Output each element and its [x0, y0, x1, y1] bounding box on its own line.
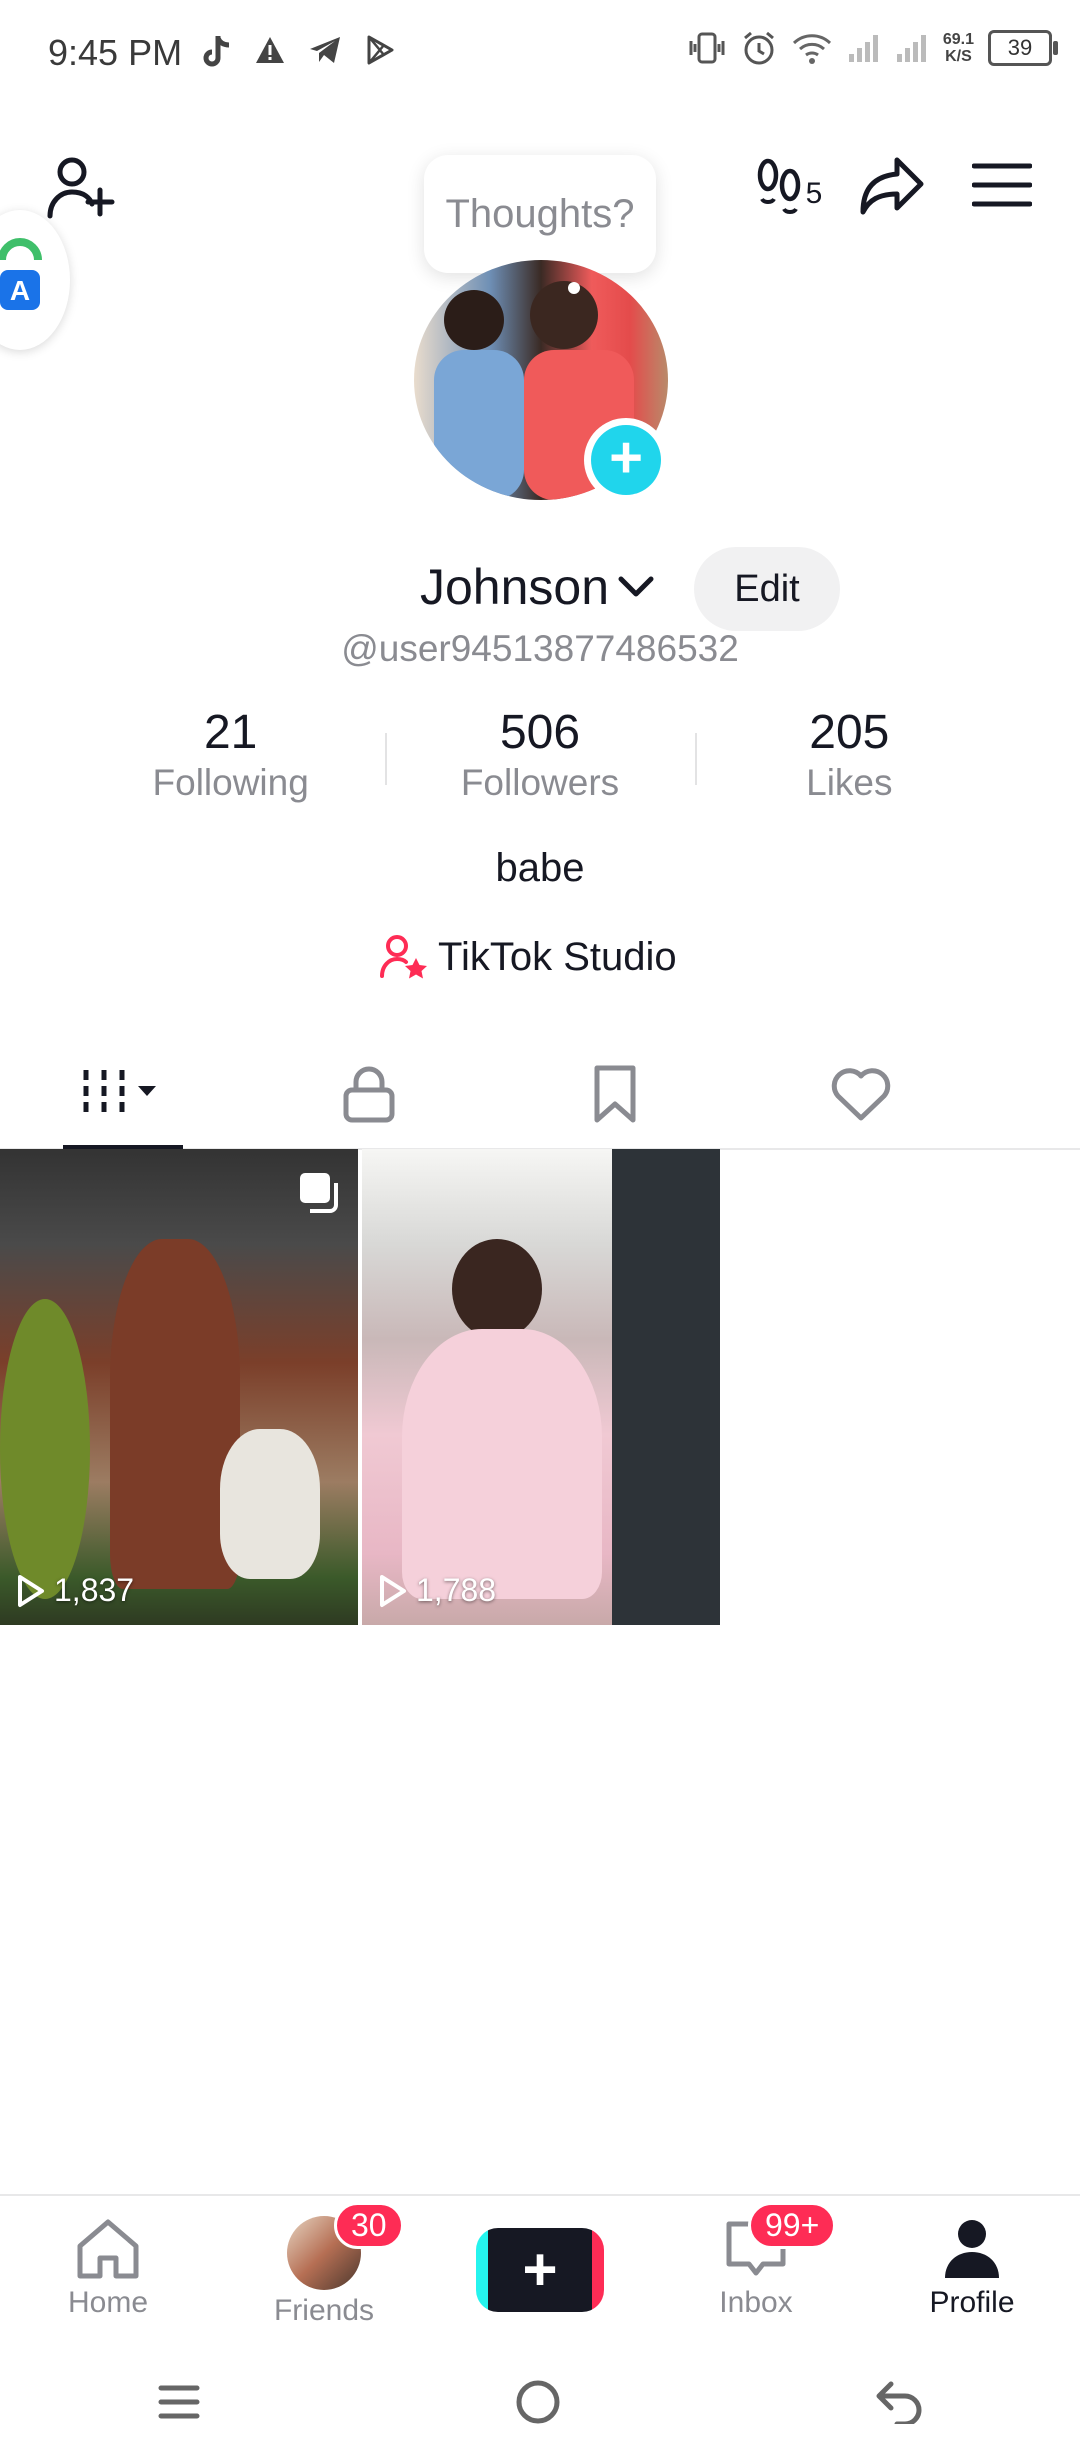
menu-button[interactable]	[962, 150, 1042, 220]
hamburger-menu-icon	[972, 163, 1032, 207]
heart-icon	[831, 1068, 891, 1121]
tiktok-notification-icon	[203, 36, 230, 67]
warning-icon	[256, 37, 284, 63]
stat-likes[interactable]: 205 Likes	[694, 705, 1004, 804]
create-button[interactable]: +	[476, 2228, 604, 2312]
view-count: 1,837	[54, 1572, 135, 1608]
chevron-down-icon	[618, 576, 654, 597]
profile-views-count: 5	[805, 177, 823, 210]
multi-photo-icon	[300, 1173, 338, 1213]
content-tabs	[0, 1040, 1080, 1150]
play-store-icon	[367, 35, 394, 65]
video-views: 1,837	[16, 1572, 134, 1609]
profile-name-switcher[interactable]: Johnson	[420, 558, 655, 616]
profile-stats: 21 Following 506 Followers 205 Likes	[76, 705, 1004, 804]
network-speed-unit: K/S	[945, 48, 972, 65]
network-speed-value: 69.1	[942, 31, 974, 48]
profile-views-button[interactable]: 5	[748, 150, 828, 220]
profile-handle: @user94513877486532	[341, 628, 739, 669]
profile-bio: babe	[495, 846, 585, 890]
tiktok-studio-label: TikTok Studio	[438, 934, 677, 979]
edit-profile-button[interactable]: Edit	[694, 547, 840, 631]
nav-label: Inbox	[719, 2286, 793, 2319]
nav-create[interactable]: +	[432, 2196, 648, 2346]
bottom-navigation: Home Friends 30 + Inbox 99+ Profile	[0, 2194, 1080, 2346]
stat-label: Following	[152, 762, 309, 803]
add-friend-button[interactable]	[40, 148, 120, 228]
nav-friends[interactable]: Friends 30	[216, 2196, 432, 2346]
signal-icon-2	[896, 35, 926, 62]
stat-label: Likes	[806, 762, 893, 803]
nav-label: Friends	[273, 2294, 375, 2327]
video-thumbnail[interactable]: 1,837	[0, 1149, 358, 1625]
stat-value: 506	[499, 706, 581, 759]
system-navigation	[0, 2344, 1080, 2460]
status-time: 9:45 PM	[48, 32, 183, 73]
battery-level: 39	[1007, 35, 1033, 60]
share-button[interactable]	[852, 150, 932, 220]
inbox-badge: 99+	[748, 2202, 837, 2249]
svg-text:A: A	[10, 275, 30, 306]
tab-private[interactable]	[246, 1040, 492, 1148]
stat-following[interactable]: 21 Following	[76, 705, 385, 804]
tiktok-studio-link[interactable]: TikTok Studio	[380, 934, 677, 980]
translate-widget[interactable]: A	[0, 210, 70, 350]
nav-home[interactable]: Home	[0, 2196, 216, 2346]
home-icon	[77, 2219, 139, 2279]
tab-videos[interactable]	[0, 1040, 246, 1148]
video-thumbnail[interactable]: 1,788	[362, 1149, 720, 1625]
translate-icon: A	[0, 238, 42, 310]
stat-label: Followers	[460, 762, 620, 803]
footprints-icon	[757, 158, 800, 214]
signal-icon-1	[848, 35, 878, 62]
status-right: 69.1 K/S 39	[687, 30, 1058, 66]
creator-star-icon	[380, 935, 427, 979]
play-icon	[18, 1574, 44, 1607]
network-speed: 69.1 K/S	[943, 31, 974, 65]
battery-indicator: 39	[988, 30, 1058, 66]
friends-badge: 30	[334, 2202, 404, 2249]
stat-value: 21	[203, 706, 258, 759]
vibrate-icon	[689, 32, 725, 64]
tab-favorites[interactable]	[492, 1040, 738, 1148]
add-person-icon	[47, 157, 115, 219]
notification-icons	[200, 34, 396, 70]
bookmark-icon	[594, 1065, 636, 1123]
stat-value: 205	[809, 706, 890, 759]
video-views: 1,788	[378, 1572, 496, 1609]
person-icon	[945, 2220, 999, 2278]
wifi-icon	[792, 34, 831, 64]
plus-icon: +	[591, 425, 661, 495]
nav-inbox[interactable]: Inbox 99+	[648, 2196, 864, 2346]
share-icon	[860, 157, 924, 215]
thoughts-bubble[interactable]: Thoughts?	[424, 155, 656, 273]
play-icon	[380, 1574, 406, 1607]
lock-icon	[343, 1066, 395, 1123]
recent-apps-icon[interactable]	[157, 2382, 201, 2422]
back-icon[interactable]	[875, 2380, 923, 2424]
nav-label: Profile	[929, 2286, 1015, 2319]
status-bar: 9:45 PM 69.1 K/S 39	[0, 0, 1080, 110]
grid-filter-icon	[83, 1070, 156, 1118]
stat-followers[interactable]: 506 Followers	[385, 705, 694, 804]
telegram-icon	[310, 37, 340, 63]
profile-name: Johnson	[420, 559, 610, 615]
nav-profile[interactable]: Profile	[864, 2196, 1080, 2346]
plus-icon: +	[522, 2236, 558, 2303]
add-story-button[interactable]: +	[584, 418, 668, 502]
home-circle-icon[interactable]	[514, 2378, 562, 2426]
tab-liked[interactable]	[738, 1040, 984, 1148]
alarm-icon	[743, 31, 774, 65]
nav-label: Home	[67, 2286, 149, 2319]
view-count: 1,788	[416, 1572, 497, 1608]
